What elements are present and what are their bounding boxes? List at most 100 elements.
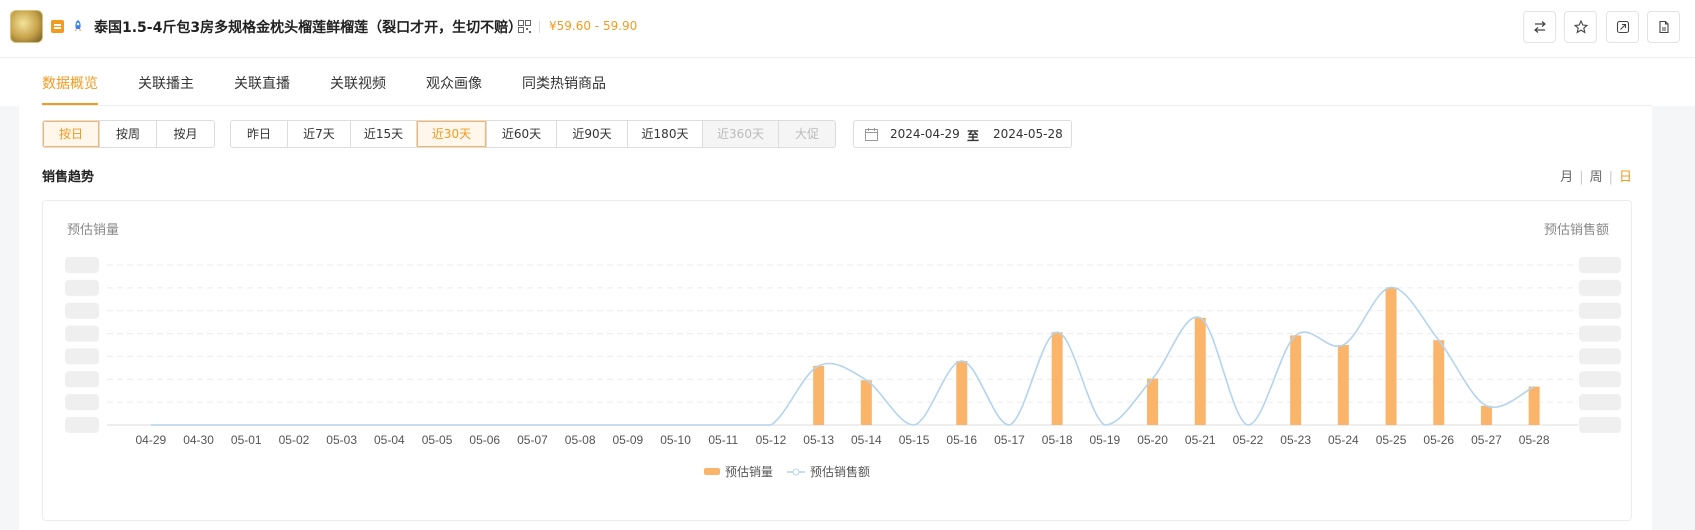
legend-bar-swatch bbox=[704, 468, 720, 475]
range-60d-button[interactable]: 近60天 bbox=[487, 121, 557, 147]
period-week-button[interactable]: 按周 bbox=[100, 121, 157, 147]
granularity-switch: 月 | 周 | 日 bbox=[1560, 170, 1632, 185]
y-tick-right-blurred bbox=[1579, 257, 1621, 273]
tab-bar: 数据概览 关联播主 关联直播 关联视频 观众画像 同类热销商品 bbox=[0, 58, 1695, 106]
y-tick-left-blurred bbox=[65, 417, 99, 433]
range-promo-button: 大促 bbox=[779, 121, 835, 147]
x-tick-05-25: 05-25 bbox=[1376, 433, 1407, 447]
period-day-button[interactable]: 按日 bbox=[43, 121, 100, 147]
granularity-day[interactable]: 日 bbox=[1619, 170, 1632, 185]
x-tick-05-01: 05-01 bbox=[231, 433, 262, 447]
period-month-button[interactable]: 按月 bbox=[157, 121, 214, 147]
sales-trend-chart: 预估销量 预估销售额 04-29 04-30 05-01 05-02 05-03 05-04 0… bbox=[42, 200, 1632, 521]
y-tick-left-blurred bbox=[65, 302, 99, 319]
x-tick-05-13: 05-13 bbox=[803, 433, 834, 447]
date-separator: 至 bbox=[967, 129, 980, 143]
x-tick-05-17: 05-17 bbox=[994, 433, 1025, 447]
x-tick-05-12: 05-12 bbox=[756, 433, 787, 447]
bar-05-20 bbox=[1147, 378, 1159, 425]
x-tick-05-22: 05-22 bbox=[1233, 433, 1264, 447]
x-tick-05-24: 05-24 bbox=[1328, 433, 1359, 447]
range-360d-button: 近360天 bbox=[703, 121, 779, 147]
x-tick-04-29: 04-29 bbox=[135, 433, 166, 447]
y-tick-left-blurred bbox=[65, 257, 99, 273]
period-type-group: 按日 按周 按月 bbox=[42, 120, 215, 148]
rocket-icon bbox=[74, 20, 82, 32]
range-yesterday-button[interactable]: 昨日 bbox=[231, 121, 288, 147]
tab-related-videos[interactable]: 关联视频 bbox=[330, 73, 386, 93]
x-tick-05-11: 05-11 bbox=[708, 433, 738, 447]
x-tick-05-18: 05-18 bbox=[1042, 433, 1073, 447]
x-tick-05-06: 05-06 bbox=[469, 433, 500, 447]
x-tick-05-09: 05-09 bbox=[612, 433, 643, 447]
overview-panel: 按日 按周 按月 昨日 近7天 近15天 近30天 近60天 近90天 近180… bbox=[19, 106, 1652, 530]
date-end[interactable]: 2024-05-28 bbox=[993, 127, 1063, 141]
product-thumbnail[interactable] bbox=[10, 10, 43, 43]
bar-05-18 bbox=[1051, 332, 1063, 425]
star-icon bbox=[1573, 20, 1588, 34]
tag-icon bbox=[51, 20, 64, 33]
date-picker[interactable]: 2024-04-29 至 2024-05-28 bbox=[853, 120, 1072, 148]
bar-05-13 bbox=[813, 365, 825, 425]
bar-05-25 bbox=[1385, 287, 1397, 425]
bar-05-28 bbox=[1528, 386, 1540, 425]
tab-similar-hot-products[interactable]: 同类热销商品 bbox=[522, 73, 606, 93]
x-tick-04-30: 04-30 bbox=[183, 433, 214, 447]
date-range-group: 昨日 近7天 近15天 近30天 近60天 近90天 近180天 近360天 大… bbox=[230, 120, 836, 148]
y-tick-right-blurred bbox=[1579, 394, 1621, 411]
y-tick-left-blurred bbox=[65, 371, 99, 388]
x-tick-05-04: 05-04 bbox=[374, 433, 405, 447]
y-tick-right-blurred bbox=[1579, 279, 1621, 296]
y-tick-right-blurred bbox=[1579, 302, 1621, 319]
x-tick-05-15: 05-15 bbox=[899, 433, 930, 447]
divider bbox=[539, 21, 540, 33]
switch-icon bbox=[1533, 21, 1546, 33]
bar-05-27 bbox=[1480, 405, 1492, 425]
legend-line-label: 预估销售额 bbox=[810, 464, 870, 479]
tab-overview[interactable]: 数据概览 bbox=[42, 73, 98, 93]
x-tick-05-16: 05-16 bbox=[946, 433, 977, 447]
qr-code-icon[interactable] bbox=[518, 20, 531, 33]
document-button[interactable] bbox=[1647, 11, 1680, 43]
range-15d-button[interactable]: 近15天 bbox=[351, 121, 417, 147]
x-tick-05-19: 05-19 bbox=[1089, 433, 1120, 447]
range-180d-button[interactable]: 近180天 bbox=[628, 121, 703, 147]
x-tick-05-27: 05-27 bbox=[1471, 433, 1502, 447]
document-icon bbox=[1658, 20, 1669, 34]
chart-canvas: 预估销量 预估销售额04-29 04-30 05-01 05-02 05-03 05-04 0… bbox=[65, 222, 1621, 479]
x-tick-05-14: 05-14 bbox=[851, 433, 882, 447]
tag-link-icon bbox=[1616, 20, 1629, 34]
switch-button[interactable] bbox=[1523, 11, 1556, 43]
x-tick-05-10: 05-10 bbox=[660, 433, 691, 447]
x-tick-05-28: 05-28 bbox=[1519, 433, 1550, 447]
tab-related-live[interactable]: 关联直播 bbox=[234, 73, 290, 93]
x-tick-05-02: 05-02 bbox=[279, 433, 310, 447]
y-tick-right-blurred bbox=[1579, 371, 1621, 388]
y-tick-right-blurred bbox=[1579, 325, 1621, 342]
tag-link-button[interactable] bbox=[1606, 11, 1639, 43]
bar-05-26 bbox=[1433, 340, 1445, 425]
range-30d-button[interactable]: 近30天 bbox=[417, 121, 487, 147]
bar-05-24 bbox=[1337, 345, 1349, 425]
granularity-month[interactable]: 月 bbox=[1560, 170, 1573, 185]
tab-related-streamers[interactable]: 关联播主 bbox=[138, 73, 194, 93]
x-tick-05-26: 05-26 bbox=[1423, 433, 1454, 447]
tab-audience-profile[interactable]: 观众画像 bbox=[426, 73, 482, 93]
y-tick-left-blurred bbox=[65, 348, 99, 365]
y-tick-right-blurred bbox=[1579, 348, 1621, 365]
x-tick-05-05: 05-05 bbox=[422, 433, 453, 447]
y-axis-left-label: 预估销量 bbox=[67, 222, 119, 237]
range-7d-button[interactable]: 近7天 bbox=[288, 121, 351, 147]
x-tick-05-07: 05-07 bbox=[517, 433, 548, 447]
granularity-week[interactable]: 周 bbox=[1590, 170, 1603, 185]
range-90d-button[interactable]: 近90天 bbox=[557, 121, 628, 147]
x-tick-05-20: 05-20 bbox=[1137, 433, 1168, 447]
date-start[interactable]: 2024-04-29 bbox=[890, 127, 960, 141]
x-tick-05-23: 05-23 bbox=[1280, 433, 1311, 447]
y-tick-right-blurred bbox=[1579, 417, 1621, 433]
favorite-button[interactable] bbox=[1564, 11, 1597, 43]
calendar-icon bbox=[865, 128, 878, 141]
bar-05-16 bbox=[956, 361, 968, 425]
y-tick-left-blurred bbox=[65, 325, 99, 342]
x-tick-05-08: 05-08 bbox=[565, 433, 596, 447]
